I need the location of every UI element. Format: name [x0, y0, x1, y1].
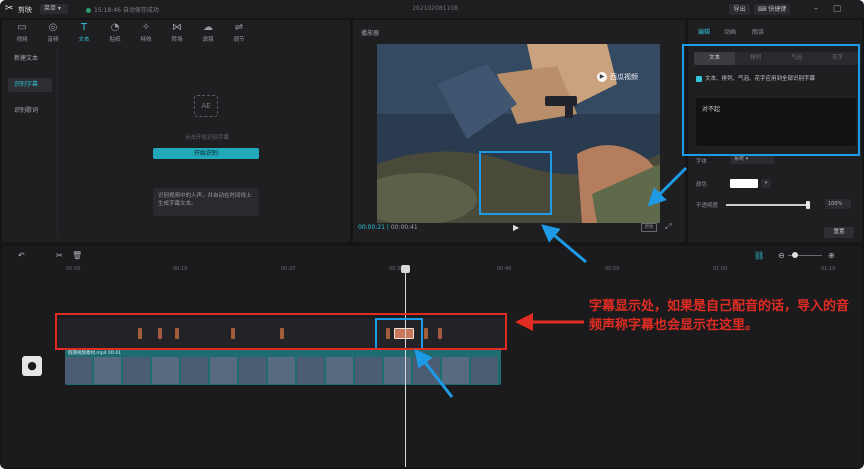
arrow-to-preview [541, 224, 587, 264]
app-window: ✂ 剪映 菜单 ▾ 15:18:46 自动保存成功 202102081108 导… [0, 0, 864, 469]
annotation-caption: 字幕显示处，如果是自己配音的话，导入的音频声称字幕也会显示在这里。 [589, 299, 850, 333]
annotation-arrows [414, 166, 688, 398]
arrow-to-inspector [647, 166, 688, 207]
arrow-to-clip [414, 348, 454, 398]
